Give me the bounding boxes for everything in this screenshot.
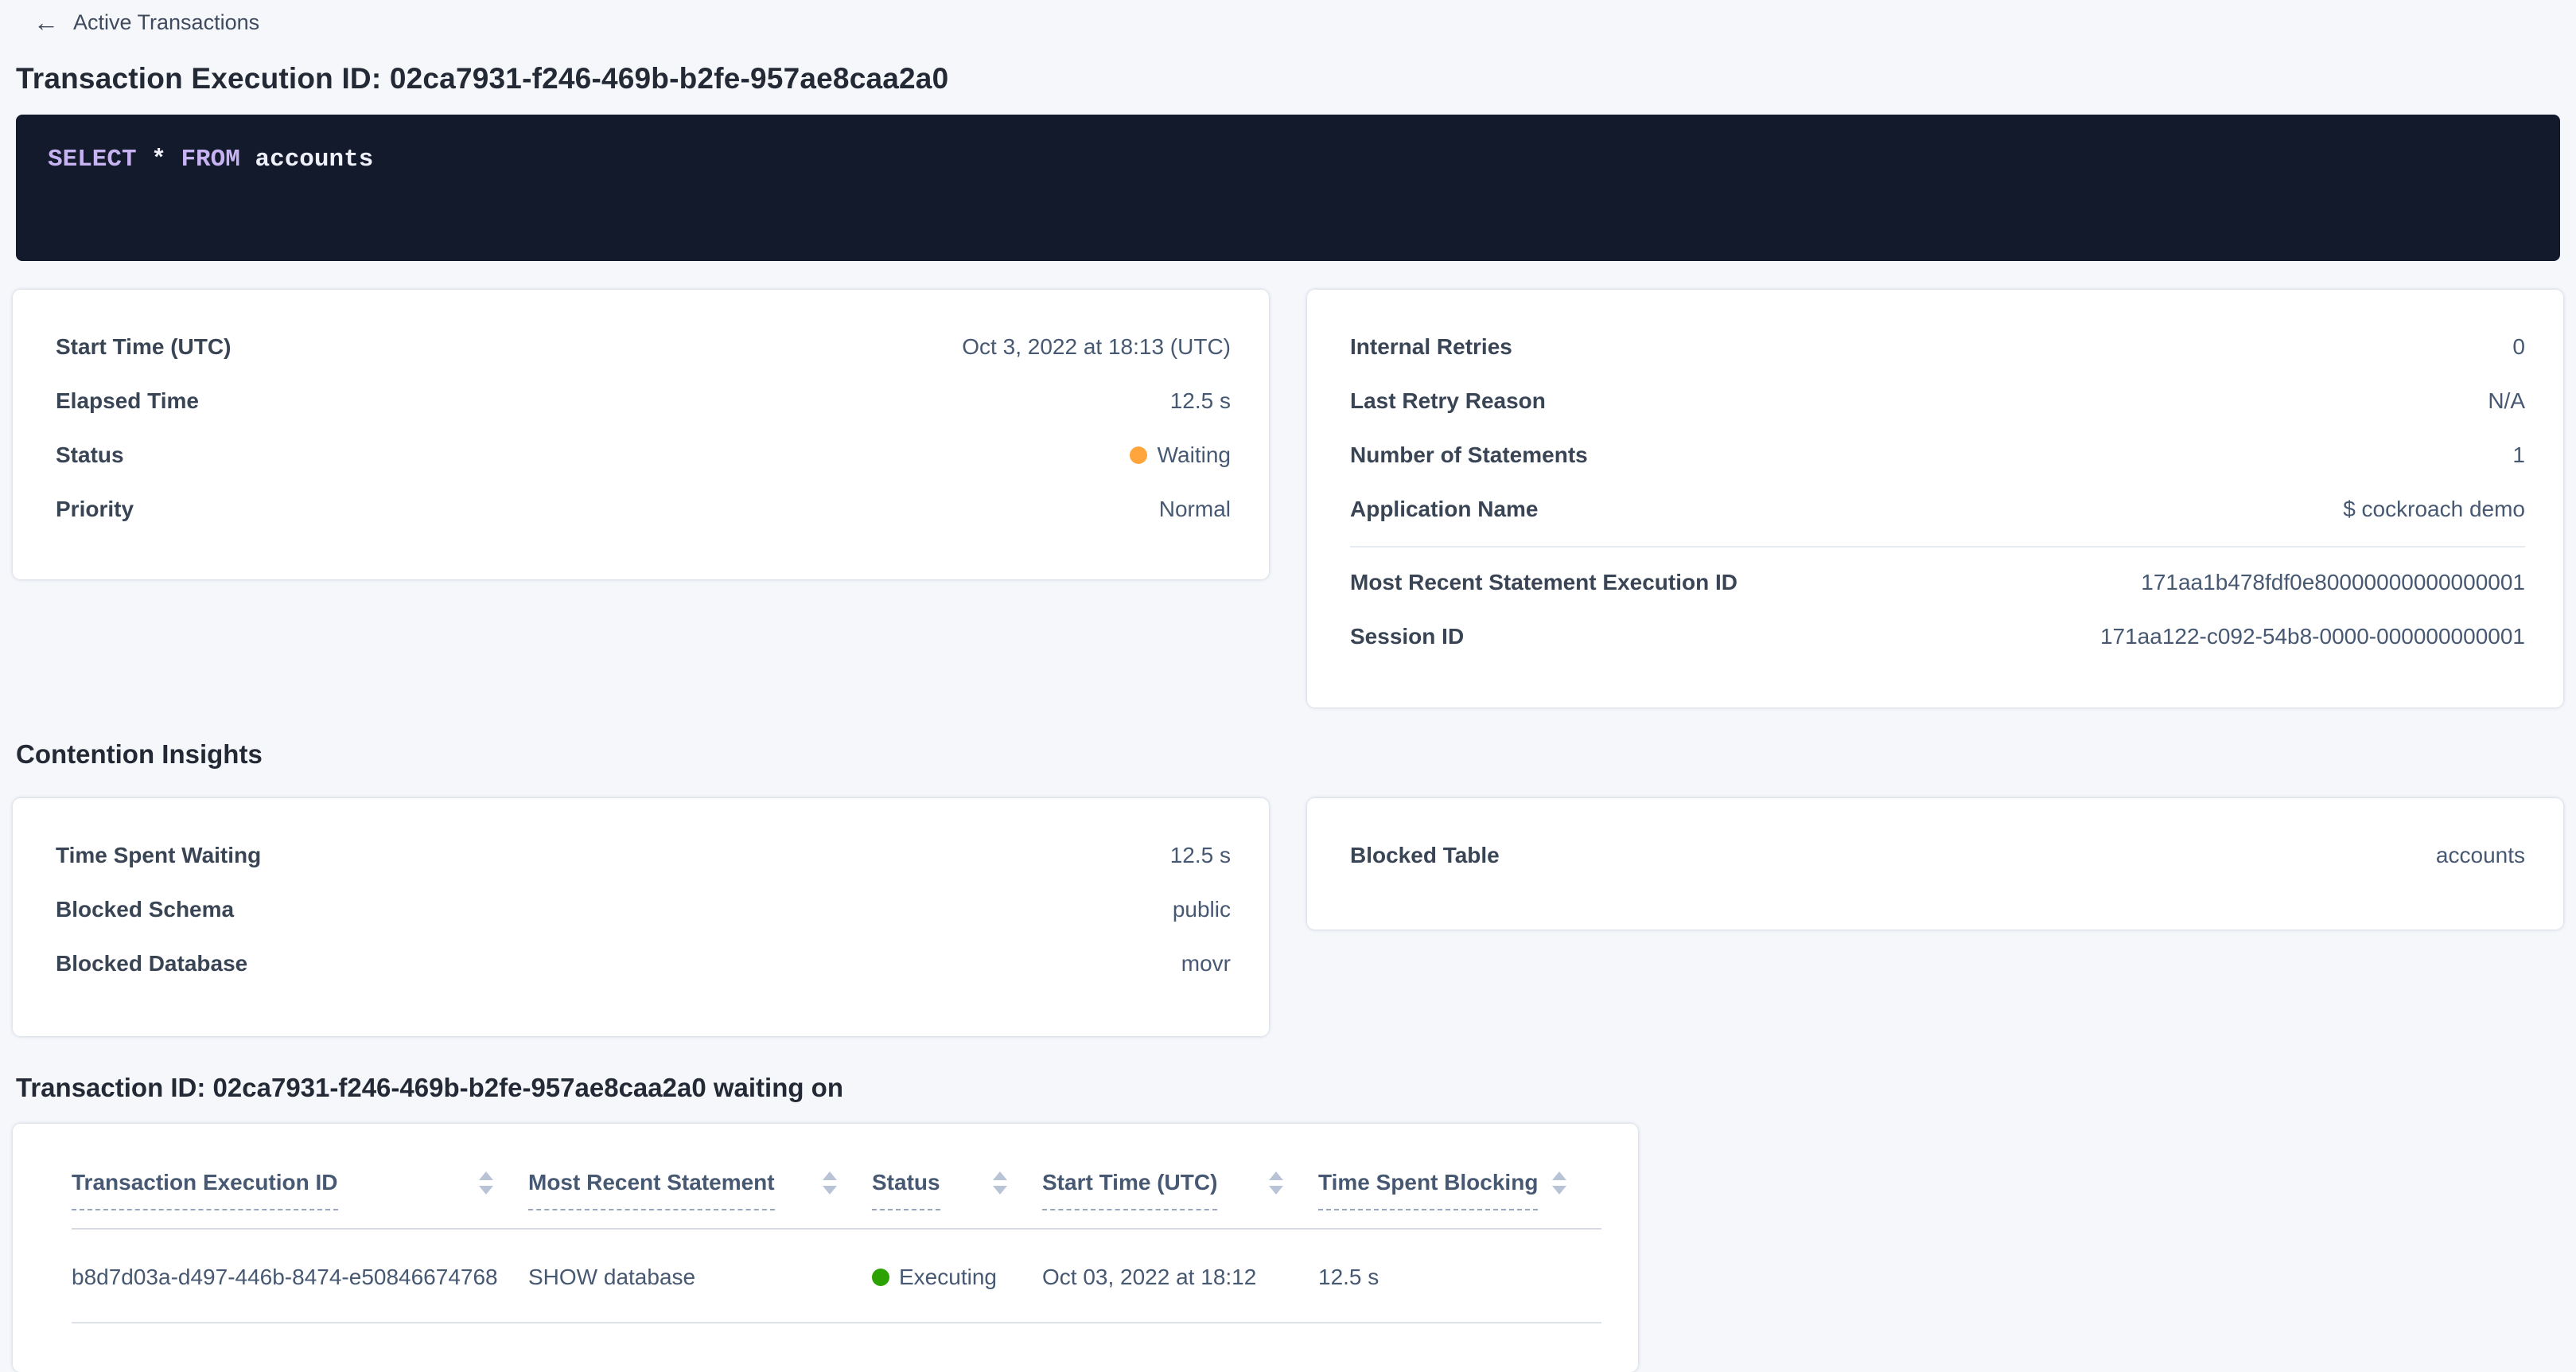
- cell-status: Executing: [872, 1229, 1042, 1323]
- table-row: b8d7d03a-d497-446b-8474-e50846674768 SHO…: [72, 1229, 1601, 1323]
- status-waiting-dot-icon: [1130, 446, 1147, 464]
- kv-row-most-recent-statement-execution-id: Most Recent Statement Execution ID 171aa…: [1350, 555, 2525, 610]
- kv-label: Most Recent Statement Execution ID: [1350, 570, 1737, 595]
- kv-label: Application Name: [1350, 497, 1538, 522]
- kv-row-elapsed-time: Elapsed Time 12.5 s: [56, 374, 1231, 428]
- waiting-on-heading: Transaction ID: 02ca7931-f246-469b-b2fe-…: [16, 1073, 2560, 1103]
- waiting-on-table-card: Transaction Execution ID Most Recent Sta…: [13, 1124, 1638, 1372]
- kv-value: Normal: [1159, 497, 1231, 522]
- kv-row-priority: Priority Normal: [56, 482, 1231, 536]
- back-to-active-transactions-link[interactable]: ← Active Transactions: [0, 0, 259, 35]
- kv-label: Blocked Table: [1350, 843, 1500, 868]
- kv-value: 12.5 s: [1170, 388, 1231, 414]
- back-arrow-icon: ←: [33, 10, 59, 35]
- cell-time-spent-blocking: 12.5 s: [1318, 1229, 1601, 1323]
- column-header-label: Transaction Execution ID: [72, 1170, 338, 1210]
- kv-value: 12.5 s: [1170, 843, 1231, 868]
- kv-label: Blocked Database: [56, 951, 247, 976]
- kv-label: Start Time (UTC): [56, 334, 231, 360]
- kv-row-blocked-database: Blocked Database movr: [56, 937, 1231, 991]
- kv-row-number-of-statements: Number of Statements 1: [1350, 428, 2525, 482]
- contention-card-waiting: Time Spent Waiting 12.5 s Blocked Schema…: [13, 798, 1269, 1036]
- column-header-status[interactable]: Status: [872, 1146, 1042, 1229]
- kv-label: Session ID: [1350, 624, 1464, 649]
- sql-keyword-from: FROM: [181, 146, 239, 173]
- waiting-on-table: Transaction Execution ID Most Recent Sta…: [72, 1146, 1601, 1323]
- column-header-transaction-execution-id[interactable]: Transaction Execution ID: [72, 1146, 528, 1229]
- kv-value: N/A: [2488, 388, 2525, 414]
- column-header-label: Most Recent Statement: [528, 1170, 775, 1210]
- kv-label: Priority: [56, 497, 134, 522]
- page-title: Transaction Execution ID: 02ca7931-f246-…: [16, 62, 2560, 95]
- sort-icon[interactable]: [1269, 1171, 1283, 1195]
- column-header-label: Status: [872, 1170, 940, 1210]
- kv-label: Elapsed Time: [56, 388, 199, 414]
- kv-label: Number of Statements: [1350, 442, 1588, 468]
- status-value: Waiting: [1158, 442, 1231, 468]
- kv-value: $ cockroach demo: [2343, 497, 2525, 522]
- column-header-label: Start Time (UTC): [1042, 1170, 1217, 1210]
- column-header-time-spent-blocking[interactable]: Time Spent Blocking: [1318, 1146, 1601, 1229]
- session-id-link[interactable]: 171aa122-c092-54b8-0000-000000000001: [2100, 624, 2525, 649]
- kv-value: Oct 3, 2022 at 18:13 (UTC): [962, 334, 1231, 360]
- kv-label: Last Retry Reason: [1350, 388, 1546, 414]
- sql-statement-box: SELECT * FROM accounts: [16, 115, 2560, 261]
- kv-row-start-time: Start Time (UTC) Oct 3, 2022 at 18:13 (U…: [56, 320, 1231, 374]
- summary-cards-row: Start Time (UTC) Oct 3, 2022 at 18:13 (U…: [13, 290, 2563, 707]
- status-executing-dot-icon: [872, 1269, 889, 1286]
- kv-label: Internal Retries: [1350, 334, 1512, 360]
- column-header-most-recent-statement[interactable]: Most Recent Statement: [528, 1146, 872, 1229]
- statement-execution-id-link[interactable]: 171aa1b478fdf0e80000000000000001: [2141, 570, 2525, 595]
- kv-label: Blocked Schema: [56, 897, 234, 922]
- sort-icon[interactable]: [1552, 1171, 1566, 1195]
- cell-most-recent-statement: SHOW database: [528, 1229, 872, 1323]
- kv-value: 0: [2512, 334, 2525, 360]
- sql-star-operator: *: [151, 146, 166, 173]
- summary-card-timing: Start Time (UTC) Oct 3, 2022 at 18:13 (U…: [13, 290, 1269, 579]
- status-value: Executing: [899, 1265, 997, 1290]
- sql-table-identifier: accounts: [255, 146, 373, 173]
- card-divider: [1350, 546, 2525, 548]
- sort-icon[interactable]: [479, 1171, 493, 1195]
- column-header-label: Time Spent Blocking: [1318, 1170, 1538, 1210]
- cell-start-time: Oct 03, 2022 at 18:12: [1042, 1229, 1318, 1323]
- kv-row-blocked-table: Blocked Table accounts: [1350, 828, 2525, 883]
- kv-row-application-name: Application Name $ cockroach demo: [1350, 482, 2525, 536]
- summary-card-statement-info: Internal Retries 0 Last Retry Reason N/A…: [1307, 290, 2563, 707]
- table-header-row: Transaction Execution ID Most Recent Sta…: [72, 1146, 1601, 1229]
- sort-icon[interactable]: [823, 1171, 837, 1195]
- kv-row-last-retry-reason: Last Retry Reason N/A: [1350, 374, 2525, 428]
- sql-keyword-select: SELECT: [48, 146, 137, 173]
- kv-row-time-spent-waiting: Time Spent Waiting 12.5 s: [56, 828, 1231, 883]
- cell-transaction-execution-id: b8d7d03a-d497-446b-8474-e50846674768: [72, 1229, 528, 1323]
- kv-label: Status: [56, 442, 124, 468]
- contention-card-blocked-table: Blocked Table accounts: [1307, 798, 2563, 930]
- contention-insights-heading: Contention Insights: [16, 739, 2560, 770]
- kv-value: public: [1173, 897, 1231, 922]
- kv-value: movr: [1181, 951, 1231, 976]
- status-badge: Waiting: [1130, 442, 1231, 468]
- kv-row-blocked-schema: Blocked Schema public: [56, 883, 1231, 937]
- kv-row-status: Status Waiting: [56, 428, 1231, 482]
- back-link-label: Active Transactions: [73, 10, 259, 35]
- contention-cards-row: Time Spent Waiting 12.5 s Blocked Schema…: [13, 798, 2563, 1036]
- kv-label: Time Spent Waiting: [56, 843, 261, 868]
- transaction-details-page: ← Active Transactions Transaction Execut…: [0, 0, 2576, 1366]
- sort-icon[interactable]: [993, 1171, 1007, 1195]
- kv-row-session-id: Session ID 171aa122-c092-54b8-0000-00000…: [1350, 610, 2525, 664]
- kv-value: accounts: [2436, 843, 2525, 868]
- kv-row-internal-retries: Internal Retries 0: [1350, 320, 2525, 374]
- kv-value: 1: [2512, 442, 2525, 468]
- column-header-start-time[interactable]: Start Time (UTC): [1042, 1146, 1318, 1229]
